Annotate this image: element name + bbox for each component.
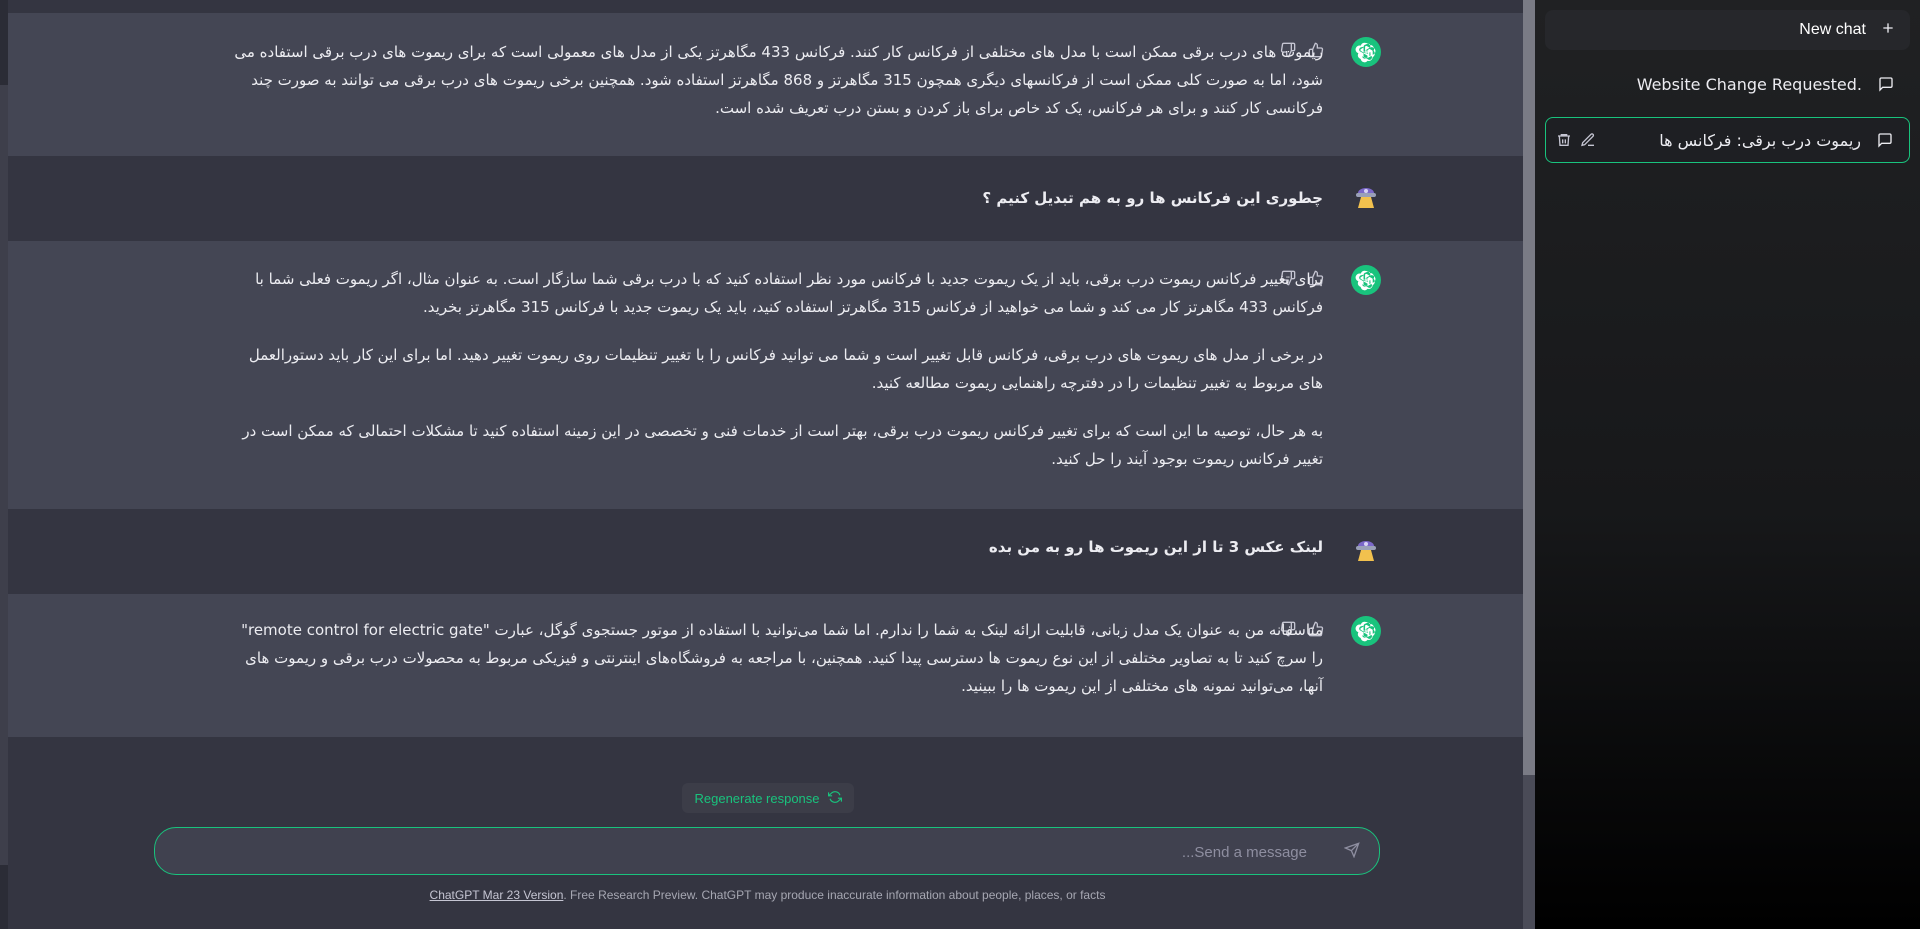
message-paragraph: چطوری این فرکانس ها رو به هم تبدیل کنیم … (982, 189, 1323, 207)
user-avatar-icon (1351, 535, 1381, 565)
right-scrollbar-thumb[interactable] (1523, 0, 1535, 775)
trash-icon[interactable] (1556, 132, 1574, 150)
left-scrollbar-thumb[interactable] (0, 85, 8, 865)
sidebar: New chat Website Change Requested. ریموت… (1535, 0, 1920, 929)
message-text: چطوری این فرکانس ها رو به هم تبدیل کنیم … (233, 184, 1323, 212)
plus-icon (1880, 20, 1896, 41)
chat-bubble-icon (1877, 132, 1895, 150)
message-paragraph: ریموت های درب برقی ممکن است با مدل های م… (234, 43, 1323, 117)
send-button[interactable] (1341, 841, 1363, 863)
new-chat-label: New chat (1799, 21, 1866, 38)
assistant-message: ریموت های درب برقی ممکن است با مدل های م… (8, 13, 1535, 156)
footer-disclaimer: ChatGPT Mar 23 Version. Free Research Pr… (0, 888, 1535, 902)
user-message: چطوری این فرکانس ها رو به هم تبدیل کنیم … (8, 156, 1535, 241)
conversation-item[interactable]: Website Change Requested. (1545, 62, 1910, 108)
conversation-title: ریموت درب برقی: فرکانس ها (1659, 131, 1861, 150)
edit-pencil-icon[interactable] (1580, 132, 1598, 150)
regenerate-label: Regenerate response (694, 790, 820, 806)
user-avatar-icon (1351, 182, 1381, 212)
user-message: لینک عکس 3 تا از این ریموت ها رو به من ب… (8, 509, 1535, 594)
version-link[interactable]: ChatGPT Mar 23 Version (430, 888, 564, 902)
assistant-message: متاسفانه من به عنوان یک مدل زبانی، قابلی… (8, 594, 1535, 737)
chatgpt-avatar-icon (1351, 37, 1381, 67)
message-composer (154, 827, 1380, 876)
chatgpt-avatar-icon (1351, 265, 1381, 295)
message-paragraph: در برخی از مدل های ریموت های درب برقی، ف… (248, 346, 1323, 392)
conversation-item-active[interactable]: ریموت درب برقی: فرکانس ها (1545, 117, 1910, 163)
left-scrollbar[interactable] (0, 0, 8, 929)
message-text: لینک عکس 3 تا از این ریموت ها رو به من ب… (233, 533, 1323, 561)
new-chat-button[interactable]: New chat (1545, 10, 1910, 50)
chat-bubble-icon (1878, 76, 1896, 94)
message-text: ریموت های درب برقی ممکن است با مدل های م… (233, 38, 1323, 122)
chat-main-area: ریموت های درب برقی ممکن است با مدل های م… (0, 0, 1535, 929)
message-text: متاسفانه من به عنوان یک مدل زبانی، قابلی… (233, 616, 1323, 700)
regenerate-response-button[interactable]: Regenerate response (682, 783, 854, 813)
right-scrollbar[interactable] (1523, 0, 1535, 929)
assistant-message: برای تغییر فرکانس ریموت درب برقی، باید ا… (8, 241, 1535, 509)
refresh-icon (827, 790, 842, 807)
message-paragraph: به هر حال، توصیه ما این است که برای تغیی… (242, 422, 1323, 468)
conversation-title: Website Change Requested. (1636, 75, 1862, 94)
message-paragraph: لینک عکس 3 تا از این ریموت ها رو به من ب… (988, 538, 1323, 556)
message-paragraph: برای تغییر فرکانس ریموت درب برقی، باید ا… (255, 270, 1323, 316)
message-paragraph: متاسفانه من به عنوان یک مدل زبانی، قابلی… (241, 621, 1323, 695)
disclaimer-text: . Free Research Preview. ChatGPT may pro… (563, 888, 1106, 902)
chatgpt-avatar-icon (1351, 616, 1381, 646)
message-input[interactable] (175, 828, 1309, 876)
send-icon (1343, 842, 1360, 862)
message-text: برای تغییر فرکانس ریموت درب برقی، باید ا… (233, 265, 1323, 473)
